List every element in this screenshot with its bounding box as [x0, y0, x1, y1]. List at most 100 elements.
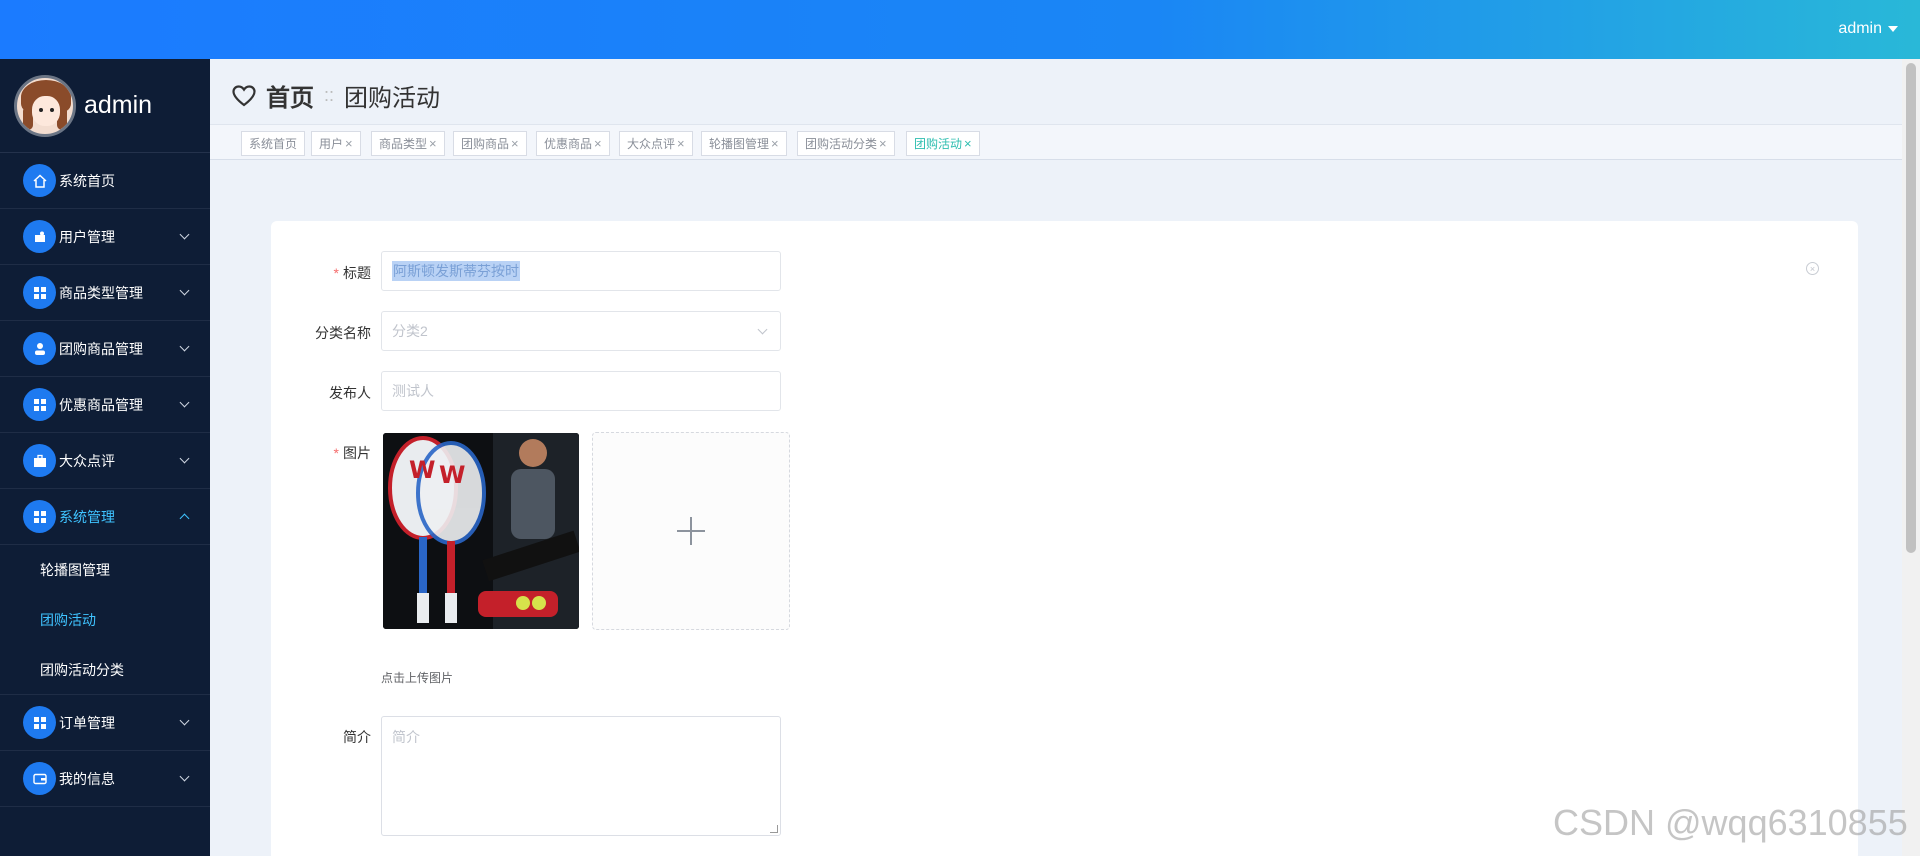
tab-reviews[interactable]: 大众点评 × [619, 131, 693, 156]
grid-icon [23, 500, 56, 533]
sidebar-item-label: 系统管理 [59, 508, 115, 525]
chevron-down-icon [757, 324, 768, 335]
grid-icon [23, 706, 56, 739]
sidebar-item-label: 商品类型管理 [59, 284, 143, 301]
sidebar-item-group-products[interactable]: 团购商品管理 [0, 321, 210, 377]
tab-discount-products[interactable]: 优惠商品 × [536, 131, 610, 156]
submenu-item-label: 轮播图管理 [40, 562, 110, 578]
sidebar-item-discount-products[interactable]: 优惠商品管理 [0, 377, 210, 433]
sidebar: admin 系统首页 用户管理 商品类型管理 团购商品管理 优惠商品管理 大众点… [0, 59, 210, 856]
submenu-item-group-activity-category[interactable]: 团购活动分类 [0, 645, 210, 695]
publisher-label: 发布人 [329, 385, 371, 401]
breadcrumb: 首页 :: 团购活动 [232, 78, 440, 113]
sidebar-item-label: 优惠商品管理 [59, 396, 143, 413]
intro-textarea[interactable]: 简介 [381, 716, 781, 836]
clear-icon[interactable]: × [1806, 262, 1819, 275]
category-label: 分类名称 [315, 325, 371, 341]
upload-box[interactable] [592, 432, 790, 630]
title-label-text: 标题 [343, 265, 371, 281]
chevron-down-icon [179, 453, 190, 464]
tennis-racket-image: W W [383, 433, 579, 629]
avatar [14, 74, 76, 137]
publisher-input[interactable]: 测试人 [381, 371, 781, 411]
close-icon[interactable]: × [429, 136, 437, 151]
user-dropdown[interactable]: admin [1838, 20, 1898, 38]
tab-product-types[interactable]: 商品类型 × [371, 131, 445, 156]
sidebar-item-label: 用户管理 [59, 228, 115, 245]
person-icon [23, 332, 56, 365]
grid-icon [23, 276, 56, 309]
scrollbar-thumb[interactable] [1906, 63, 1916, 553]
breadcrumb-current: 团购活动 [344, 85, 441, 112]
tab-label: 轮播图管理 [709, 137, 770, 151]
form-card: * 标题 阿斯顿发斯蒂芬按时 × 分类名称 分类2 发布人 测试人 * 图片 W W [271, 221, 1858, 856]
uploaded-image-thumbnail[interactable]: W W [383, 433, 579, 629]
close-icon[interactable]: × [345, 136, 353, 151]
tab-group-activity-category[interactable]: 团购活动分类 × [797, 131, 895, 156]
sidebar-item-orders[interactable]: 订单管理 [0, 695, 210, 751]
required-mark: * [333, 265, 339, 281]
sidebar-item-home[interactable]: 系统首页 [0, 153, 210, 209]
plus-icon [677, 517, 705, 545]
chevron-down-icon [179, 285, 190, 296]
tab-group-products[interactable]: 团购商品 × [453, 131, 527, 156]
tab-users[interactable]: 用户 × [311, 131, 361, 156]
svg-text:W: W [409, 456, 435, 484]
close-icon[interactable]: × [879, 136, 887, 151]
home-icon [23, 164, 56, 197]
category-select[interactable]: 分类2 [381, 311, 781, 351]
sidebar-item-product-types[interactable]: 商品类型管理 [0, 265, 210, 321]
intro-placeholder: 简介 [392, 729, 420, 745]
image-label: * 图片 [271, 443, 371, 463]
title-label: * 标题 [271, 263, 371, 283]
breadcrumb-home[interactable]: 首页 [266, 78, 314, 113]
chevron-down-icon [179, 397, 190, 408]
close-icon[interactable]: × [771, 136, 779, 151]
close-icon[interactable]: × [677, 136, 685, 151]
submenu-item-group-activity[interactable]: 团购活动 [0, 595, 210, 645]
sidebar-item-system[interactable]: 系统管理 [0, 489, 210, 545]
caret-down-icon [1888, 26, 1898, 32]
tab-system-home[interactable]: 系统首页 [241, 131, 306, 156]
close-icon[interactable]: × [964, 136, 972, 151]
intro-label: 简介 [343, 729, 371, 745]
sidebar-item-label: 系统首页 [59, 172, 115, 189]
sidebar-item-my-info[interactable]: 我的信息 [0, 751, 210, 807]
sidebar-item-label: 大众点评 [59, 452, 115, 469]
tab-label: 优惠商品 [544, 137, 593, 151]
tabs-bar: 系统首页 用户 × 商品类型 × 团购商品 × 优惠商品 × 大众点评 × 轮播图管理 × … [210, 124, 1902, 160]
required-mark: * [333, 445, 339, 461]
watermark: CSDN @wqq6310855 [1553, 802, 1908, 843]
chevron-down-icon [179, 715, 190, 726]
close-icon[interactable]: × [594, 136, 602, 151]
sidebar-item-label: 我的信息 [59, 770, 115, 787]
tab-label: 团购活动 [914, 137, 963, 151]
tab-label: 大众点评 [627, 137, 676, 151]
user-card-icon [23, 220, 56, 253]
chevron-down-icon [179, 229, 190, 240]
chevron-down-icon [179, 341, 190, 352]
user-dropdown-label: admin [1838, 20, 1882, 37]
svg-text:W: W [439, 461, 465, 489]
close-icon[interactable]: × [511, 136, 519, 151]
sidebar-item-reviews[interactable]: 大众点评 [0, 433, 210, 489]
title-input-value: 阿斯顿发斯蒂芬按时 [392, 261, 520, 281]
breadcrumb-separator: :: [324, 85, 335, 105]
tab-carousel[interactable]: 轮播图管理 × [701, 131, 787, 156]
page-scrollbar[interactable] [1902, 59, 1920, 856]
tab-group-activity[interactable]: 团购活动 × [906, 131, 980, 156]
image-label-text: 图片 [343, 445, 371, 461]
tab-label: 团购活动分类 [805, 137, 878, 151]
wallet-icon [23, 762, 56, 795]
title-input[interactable]: 阿斯顿发斯蒂芬按时 [381, 251, 781, 291]
heart-icon [232, 84, 256, 106]
chevron-down-icon [179, 771, 190, 782]
sidebar-item-label: 团购商品管理 [59, 340, 143, 357]
briefcase-icon [23, 444, 56, 477]
submenu-item-label: 团购活动 [40, 612, 96, 628]
sidebar-item-users[interactable]: 用户管理 [0, 209, 210, 265]
tab-label: 用户 [319, 137, 344, 151]
resize-handle[interactable] [770, 825, 778, 833]
profile-name: admin [84, 91, 153, 119]
submenu-item-carousel[interactable]: 轮播图管理 [0, 545, 210, 595]
